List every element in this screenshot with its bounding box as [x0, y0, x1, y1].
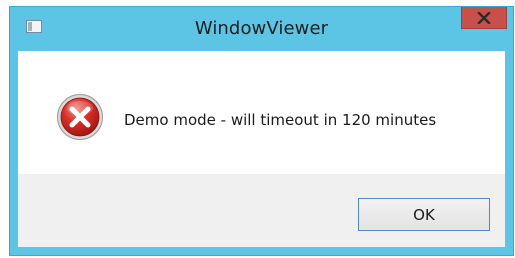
- dialog-window: WindowViewer Demo mode - will timeout in…: [9, 6, 514, 256]
- title-bar[interactable]: WindowViewer: [10, 7, 513, 51]
- dialog-body: Demo mode - will timeout in 120 minutes …: [18, 51, 505, 247]
- message-area: Demo mode - will timeout in 120 minutes: [18, 51, 505, 173]
- error-icon: [57, 94, 103, 140]
- ok-button[interactable]: OK: [358, 198, 490, 231]
- close-icon: [477, 11, 491, 24]
- window-title: WindowViewer: [194, 18, 329, 39]
- message-text: Demo mode - will timeout in 120 minutes: [124, 111, 437, 129]
- button-bar: OK: [18, 174, 505, 247]
- close-button[interactable]: [461, 7, 507, 29]
